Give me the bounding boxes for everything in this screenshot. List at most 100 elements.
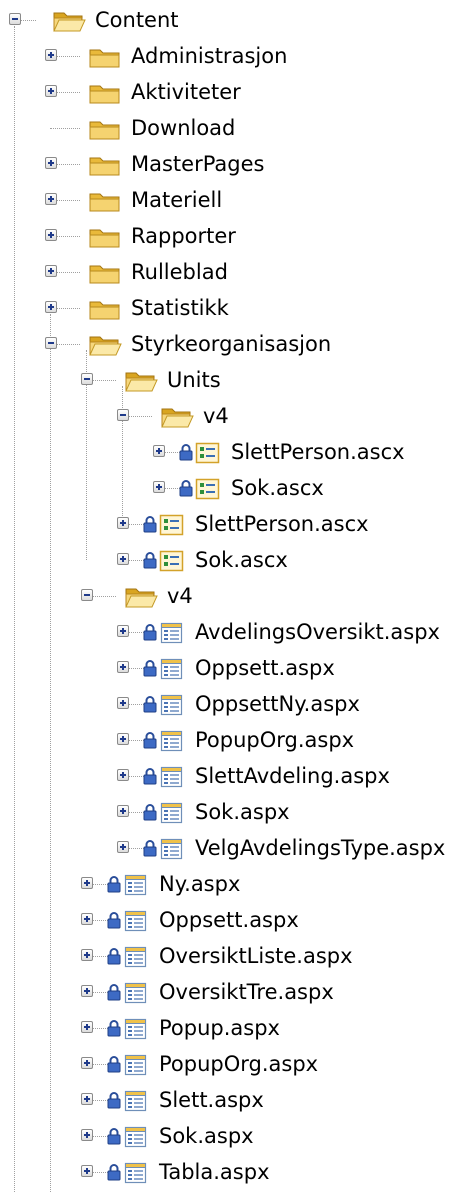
- expand-toggle[interactable]: [153, 445, 165, 457]
- web-page-icon: [160, 658, 183, 680]
- tree-node-label: Content: [95, 8, 179, 32]
- tree-node[interactable]: Materiell: [0, 182, 469, 218]
- collapse-toggle[interactable]: [81, 373, 93, 385]
- collapse-toggle[interactable]: [45, 337, 57, 349]
- collapse-toggle[interactable]: [81, 589, 93, 601]
- tree-node[interactable]: MasterPages: [0, 146, 469, 182]
- expand-toggle[interactable]: [117, 805, 129, 817]
- folder-open-icon: [125, 372, 158, 392]
- expand-toggle[interactable]: [81, 1093, 93, 1105]
- expand-toggle[interactable]: [45, 157, 57, 169]
- tree-node[interactable]: Sok.ascx: [0, 542, 469, 578]
- tree-node[interactable]: Popup.aspx: [0, 1010, 469, 1046]
- expand-toggle[interactable]: [117, 697, 129, 709]
- tree-node[interactable]: Oppsett.aspx: [0, 902, 469, 938]
- web-page-icon: [124, 874, 147, 896]
- tree-node[interactable]: Sok.ascx: [0, 470, 469, 506]
- tree-node[interactable]: PopupOrg.aspx: [0, 1046, 469, 1082]
- tree-node-label: Slett.aspx: [159, 1088, 264, 1112]
- tree-node[interactable]: Ny.aspx: [0, 866, 469, 902]
- tree-node[interactable]: OppsettNy.aspx: [0, 686, 469, 722]
- tree-node[interactable]: Slett.aspx: [0, 1082, 469, 1118]
- tree-connector: [20, 20, 36, 21]
- tree-node-label: MasterPages: [131, 152, 265, 176]
- tree-node-label: OppsettNy.aspx: [195, 692, 360, 716]
- tree-node[interactable]: Styrkeorganisasjon: [0, 326, 469, 362]
- folder-icon: [89, 157, 120, 176]
- expand-toggle[interactable]: [45, 301, 57, 313]
- tree-node-label: Materiell: [131, 188, 223, 212]
- user-control-icon: [195, 478, 220, 500]
- tree-node[interactable]: OversiktListe.aspx: [0, 938, 469, 974]
- tree-node[interactable]: Rulleblad: [0, 254, 469, 290]
- tree-node[interactable]: Aktiviteter: [0, 74, 469, 110]
- tree-node[interactable]: Tabla.aspx: [0, 1154, 469, 1190]
- folder-open-icon: [89, 336, 122, 356]
- tree-node-label: Statistikk: [131, 296, 229, 320]
- web-page-icon: [124, 910, 147, 932]
- expand-toggle[interactable]: [81, 949, 93, 961]
- lock-icon: [107, 1020, 121, 1037]
- expand-toggle[interactable]: [45, 265, 57, 277]
- expand-toggle[interactable]: [81, 985, 93, 997]
- expand-toggle[interactable]: [81, 1021, 93, 1033]
- expand-toggle[interactable]: [117, 625, 129, 637]
- tree-node[interactable]: SlettPerson.ascx: [0, 506, 469, 542]
- expand-toggle[interactable]: [45, 49, 57, 61]
- tree-node-label: OversiktTre.aspx: [159, 980, 334, 1004]
- tree-node-label: v4: [203, 404, 229, 428]
- lock-icon: [107, 1128, 121, 1145]
- tree-node[interactable]: AvdelingsOversikt.aspx: [0, 614, 469, 650]
- collapse-toggle[interactable]: [117, 409, 129, 421]
- tree-node[interactable]: Sok.aspx: [0, 1118, 469, 1154]
- tree-node[interactable]: PopupOrg.aspx: [0, 722, 469, 758]
- tree-node-label: PopupOrg.aspx: [195, 728, 355, 752]
- tree-node[interactable]: v4: [0, 578, 469, 614]
- web-page-icon: [124, 1054, 147, 1076]
- tree-node[interactable]: VelgAvdelingsType.aspx: [0, 830, 469, 866]
- expand-toggle[interactable]: [117, 517, 129, 529]
- lock-icon: [107, 876, 121, 893]
- expand-toggle[interactable]: [81, 877, 93, 889]
- expand-toggle[interactable]: [117, 769, 129, 781]
- tree-node[interactable]: Sok.aspx: [0, 794, 469, 830]
- lock-icon: [179, 444, 193, 461]
- tree-node[interactable]: Download: [0, 110, 469, 146]
- lock-icon: [107, 912, 121, 929]
- tree-node[interactable]: v4: [0, 398, 469, 434]
- tree-node-label: Ny.aspx: [159, 872, 241, 896]
- web-page-icon: [160, 838, 183, 860]
- tree-node[interactable]: SlettPerson.ascx: [0, 434, 469, 470]
- tree-node[interactable]: Rapporter: [0, 218, 469, 254]
- tree-node[interactable]: Statistikk: [0, 290, 469, 326]
- expand-toggle[interactable]: [81, 1129, 93, 1141]
- tree-node-label: Sok.aspx: [195, 800, 290, 824]
- tree-node[interactable]: SlettAvdeling.aspx: [0, 758, 469, 794]
- expand-toggle[interactable]: [117, 661, 129, 673]
- lock-icon: [143, 516, 157, 533]
- tree-node-content[interactable]: Content: [0, 2, 469, 38]
- expand-toggle[interactable]: [117, 733, 129, 745]
- expand-toggle[interactable]: [117, 841, 129, 853]
- tree-node-label: Administrasjon: [131, 44, 288, 68]
- expand-toggle[interactable]: [117, 553, 129, 565]
- lock-icon: [143, 768, 157, 785]
- web-page-icon: [124, 1018, 147, 1040]
- user-control-icon: [195, 442, 220, 464]
- expand-toggle[interactable]: [81, 1165, 93, 1177]
- tree-node-label: Sok.aspx: [159, 1124, 254, 1148]
- collapse-toggle[interactable]: [9, 13, 21, 25]
- tree-node[interactable]: Oppsett.aspx: [0, 650, 469, 686]
- expand-toggle[interactable]: [81, 1057, 93, 1069]
- tree-node[interactable]: OversiktTre.aspx: [0, 974, 469, 1010]
- expand-toggle[interactable]: [45, 229, 57, 241]
- expand-toggle[interactable]: [81, 913, 93, 925]
- tree-node[interactable]: Administrasjon: [0, 38, 469, 74]
- expand-toggle[interactable]: [153, 481, 165, 493]
- tree-node-label: Tabla.aspx: [159, 1160, 270, 1184]
- expand-toggle[interactable]: [45, 193, 57, 205]
- expand-toggle[interactable]: [45, 85, 57, 97]
- tree-node-label: Oppsett.aspx: [195, 656, 335, 680]
- tree-node[interactable]: Units: [0, 362, 469, 398]
- tree-node-label: PopupOrg.aspx: [159, 1052, 319, 1076]
